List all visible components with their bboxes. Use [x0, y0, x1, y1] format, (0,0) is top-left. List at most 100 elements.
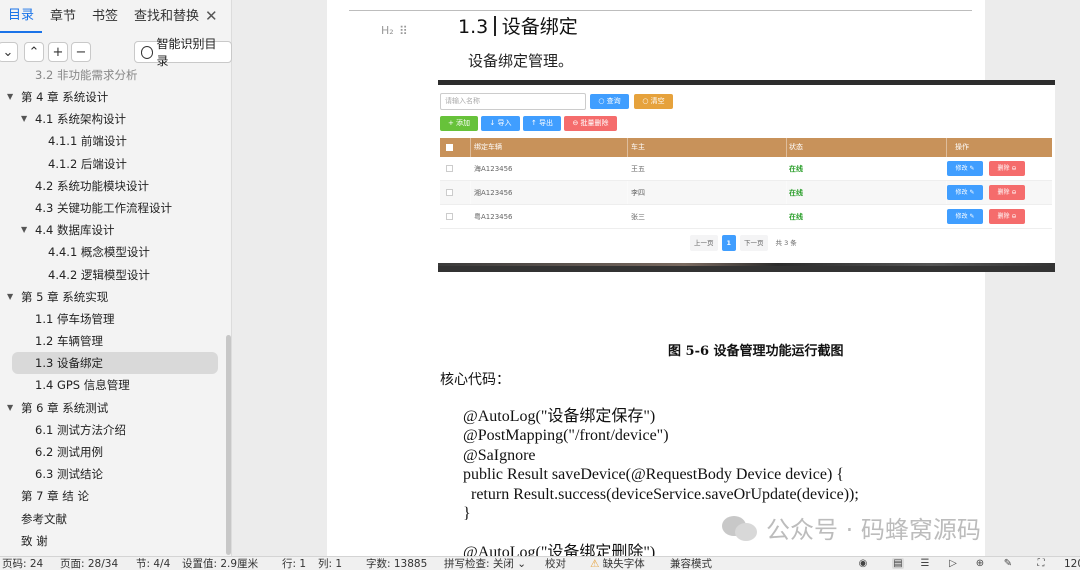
edit-button: 修改 ✎	[947, 161, 983, 176]
figure-query-button: ○ 查询	[590, 94, 629, 109]
toc-item-label: 4.4.1 概念模型设计	[48, 245, 150, 260]
toc-item-label: 4.4 数据库设计	[35, 223, 115, 238]
tab-find-replace[interactable]: 查找和替换	[126, 0, 207, 34]
toc-item[interactable]: 第 7 章 结 论	[0, 485, 226, 507]
status-spell-check[interactable]: 拼写检查: 关闭 ⌄	[444, 557, 526, 570]
expand-caret-icon[interactable]: ▼	[21, 108, 27, 130]
page-view-icon[interactable]: ▤	[892, 558, 904, 569]
status-row[interactable]: 行: 1	[282, 557, 306, 570]
cell-owner: 王五	[627, 157, 786, 180]
section-heading: 1.3 设备绑定	[458, 12, 578, 39]
toc-item[interactable]: ▼ 第 5 章 系统实现	[0, 286, 226, 308]
status-page-num[interactable]: 页码: 24	[2, 557, 43, 570]
tab-bookmarks[interactable]: 书签	[84, 0, 126, 34]
toc-item[interactable]: ▼ 第 6 章 系统测试	[0, 397, 226, 419]
cell-owner: 李四	[627, 181, 786, 204]
pager-next: 下一页	[740, 235, 768, 251]
eye-icon[interactable]: ◉	[857, 558, 869, 569]
status-word-count[interactable]: 字数: 13885	[366, 557, 427, 570]
code-line: @AutoLog("设备绑定保存")	[463, 408, 656, 425]
cell-actions: 修改 ✎ 删除 ⊖	[946, 157, 1052, 180]
toc-item[interactable]: ▼ 4.1 系统架构设计	[0, 108, 226, 130]
toc-item[interactable]: ▼ 第 4 章 系统设计	[0, 86, 226, 108]
toc-item-label: 1.3 设备绑定	[35, 356, 103, 371]
toc-item[interactable]: 6.1 测试方法介绍	[0, 419, 226, 441]
toc-item[interactable]: 4.4.1 概念模型设计	[0, 241, 226, 263]
pager-prev: 上一页	[690, 235, 718, 251]
toc-item[interactable]: 3.2 非功能需求分析	[0, 68, 226, 86]
tab-sections[interactable]: 章节	[42, 0, 84, 34]
fit-screen-icon[interactable]: ⛶	[1035, 558, 1047, 569]
checkbox-icon	[446, 165, 453, 172]
toc-item-label: 6.1 测试方法介绍	[35, 422, 126, 437]
web-view-icon[interactable]: ⊕	[974, 558, 986, 569]
toc-item-label: 第 6 章 系统测试	[21, 400, 109, 415]
chevron-down-icon[interactable]: ⌄	[0, 42, 18, 62]
figure-table-body: 海A123456 王五 在线 修改 ✎ 删除 ⊖ 湘A123456 李四 在线 修改 ✎ 删除 ⊖…	[440, 157, 1052, 229]
toc-item[interactable]: ▼ 4.4 数据库设计	[0, 219, 226, 241]
toc-item-label: 4.1 系统架构设计	[35, 112, 126, 127]
toc-item[interactable]: 6.2 测试用例	[0, 441, 226, 463]
delete-button: 删除 ⊖	[989, 161, 1025, 176]
smart-toc-button[interactable]: 智能识别目录	[134, 37, 232, 68]
status-setting[interactable]: 设置值: 2.9厘米	[182, 557, 258, 570]
tab-toc[interactable]: 目录	[0, 1, 43, 33]
figure-clear-button: ○ 清空	[634, 94, 673, 109]
heading-divider	[494, 16, 496, 36]
toc-item-label: 4.1.1 前端设计	[48, 134, 127, 149]
toc-item-label: 第 5 章 系统实现	[21, 289, 109, 304]
expand-caret-icon[interactable]: ▼	[7, 397, 13, 419]
toc-item[interactable]: 1.4 GPS 信息管理	[0, 374, 226, 396]
watermark: 公众号 · 码蜂窝源码	[722, 510, 981, 545]
expand-caret-icon[interactable]: ▼	[21, 219, 27, 241]
status-missing-font[interactable]: ⚠ 缺失字体	[590, 557, 645, 570]
checkbox-icon	[446, 189, 453, 196]
status-col[interactable]: 列: 1	[318, 557, 342, 570]
toc-item-label: 第 7 章 结 论	[21, 489, 89, 504]
expand-caret-icon[interactable]: ▼	[7, 86, 13, 108]
outline-view-icon[interactable]: ☰	[919, 558, 931, 569]
status-proofread[interactable]: 校对	[545, 557, 566, 570]
toc-item[interactable]: 4.2 系统功能模块设计	[0, 175, 226, 197]
pager-current: 1	[721, 235, 737, 251]
toc-item[interactable]: 4.1.1 前端设计	[0, 130, 226, 152]
pen-icon[interactable]: ✎	[1002, 558, 1014, 569]
code-line: @SaIgnore	[463, 446, 536, 464]
figure-table-header: 绑定车辆 车主 状态 操作	[440, 138, 1052, 157]
toc-item[interactable]: 1.2 车辆管理	[0, 330, 226, 352]
toc-item[interactable]: 4.3 关键功能工作流程设计	[0, 197, 226, 219]
chevron-up-icon[interactable]: ⌃	[24, 42, 44, 62]
play-icon[interactable]: ▷	[947, 558, 959, 569]
toc-item-label: 1.4 GPS 信息管理	[35, 378, 130, 393]
toc-item[interactable]: 4.4.2 逻辑模型设计	[0, 264, 226, 286]
cell-plate: 湘A123456	[470, 181, 627, 204]
toc-item[interactable]: 致 谢	[0, 530, 226, 552]
status-compat-mode[interactable]: 兼容模式	[670, 557, 712, 570]
figure-search-input: 请输入名称	[440, 93, 586, 110]
close-icon[interactable]: ✕	[205, 7, 218, 25]
plus-icon[interactable]: +	[48, 42, 68, 62]
expand-caret-icon[interactable]: ▼	[7, 286, 13, 308]
watermark-text: 公众号 · 码蜂窝源码	[766, 516, 981, 544]
toc-item[interactable]: 参考文献	[0, 508, 226, 530]
toc-item[interactable]: 1.1 停车场管理	[0, 308, 226, 330]
zoom-level[interactable]: 120	[1064, 557, 1080, 570]
toc-sidebar: 目录 章节 书签 查找和替换 ✕ ⌄ ⌃ + − 智能识别目录 3.2 非功能需…	[0, 0, 232, 556]
cell-status: 在线	[786, 205, 946, 228]
minus-icon[interactable]: −	[71, 42, 91, 62]
toc-item[interactable]: 4.1.2 后端设计	[0, 153, 226, 175]
status-section[interactable]: 节: 4/4	[136, 557, 170, 570]
toc-item-label: 1.2 车辆管理	[35, 334, 103, 349]
figure-table: 绑定车辆 车主 状态 操作 海A123456 王五 在线 修改 ✎ 删除 ⊖ 湘A1234…	[440, 138, 1052, 229]
toc-item-label: 4.2 系统功能模块设计	[35, 178, 149, 193]
code-line: public Result saveDevice(@RequestBody De…	[463, 466, 844, 484]
status-pages[interactable]: 页面: 28/34	[60, 557, 118, 570]
toc-scrollbar[interactable]	[226, 335, 231, 555]
heading-level-marker[interactable]: H₂	[381, 24, 394, 37]
toc-item[interactable]: 1.3 设备绑定	[12, 352, 218, 375]
figure-import-button: ↓ 导入	[481, 116, 520, 131]
drag-handle-icon[interactable]: ⠿	[399, 24, 408, 38]
figure-pagination: 上一页 1 下一页 共 3 条	[690, 235, 801, 251]
header-plate: 绑定车辆	[470, 138, 627, 157]
toc-item[interactable]: 6.3 测试结论	[0, 463, 226, 485]
